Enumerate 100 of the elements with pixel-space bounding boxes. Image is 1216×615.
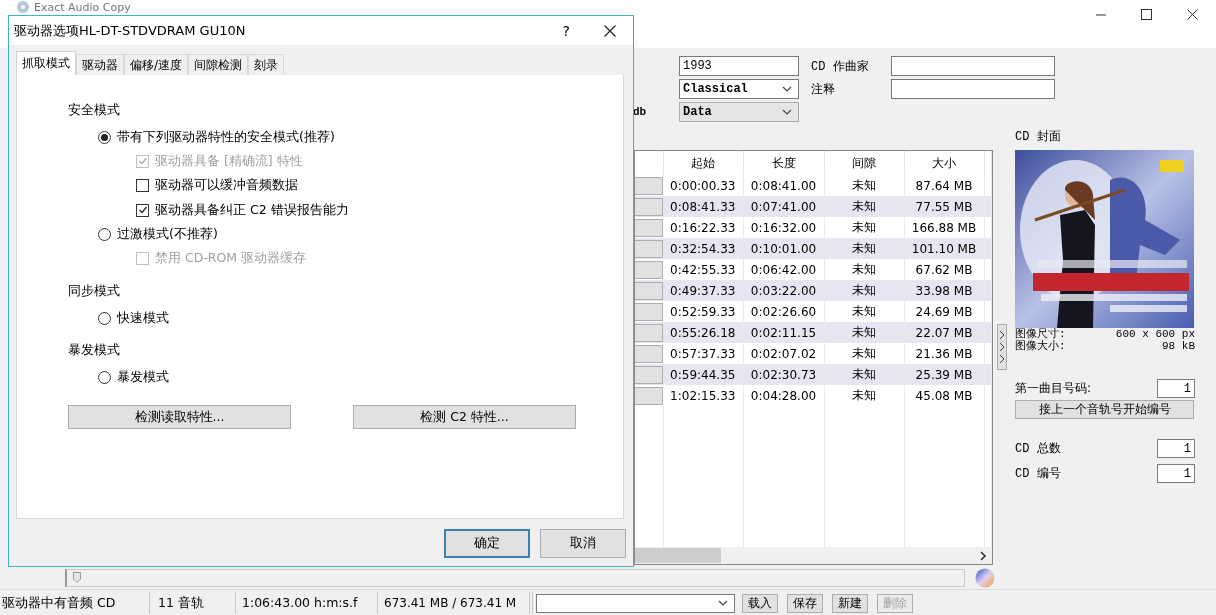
track-number-button[interactable] — [635, 386, 663, 405]
info-value: 600 x 600 px — [1115, 328, 1195, 340]
option-label[interactable]: 驱动器可以缓冲音频数据 — [155, 177, 298, 195]
status-text: 驱动器中有音频 CD — [0, 592, 150, 614]
table-cell: 0:02:30.73 — [743, 364, 824, 385]
section-label: 安全模式 — [68, 101, 121, 119]
option-label[interactable]: 快速模式 — [117, 309, 169, 327]
chevron-down-icon — [782, 108, 792, 116]
ok-button[interactable]: 确定 — [444, 529, 530, 558]
table-cell: 未知 — [824, 196, 904, 217]
status-text: 673.41 MB / 673.41 M — [378, 592, 530, 614]
column-header[interactable]: 长度 — [743, 151, 824, 175]
checkbox[interactable] — [136, 179, 149, 193]
option-label[interactable]: 驱动器具备纠正 C2 错误报告能力 — [155, 201, 349, 219]
profile-button[interactable]: 载入 — [742, 593, 778, 613]
column-header[interactable]: 起始 — [663, 151, 743, 175]
dialog-title: 驱动器选项HL-DT-STDVDRAM GU10N — [14, 21, 246, 40]
table-cell: 0:08:41.33 — [663, 196, 743, 217]
year-field[interactable]: 1993 — [679, 56, 799, 76]
chevron-down-icon — [782, 85, 792, 93]
table-cell: 1:02:15.33 — [663, 385, 743, 406]
table-cell: 77.55 MB — [904, 196, 984, 217]
field-label: CD 总数 — [1015, 440, 1061, 457]
test-button[interactable]: 检测 C2 特性... — [353, 405, 576, 429]
tab[interactable]: 驱动器 — [76, 54, 124, 75]
expand-button[interactable] — [997, 324, 1007, 370]
checkbox[interactable] — [136, 203, 149, 217]
tab[interactable]: 刻录 — [248, 54, 285, 75]
table-cell: 0:02:11.15 — [743, 322, 824, 343]
profile-dropdown[interactable] — [536, 593, 735, 613]
radio-button[interactable] — [98, 130, 111, 144]
horizontal-scrollbar[interactable] — [635, 547, 992, 564]
tab[interactable]: 偏移/速度 — [124, 54, 189, 75]
close-icon[interactable] — [604, 24, 616, 37]
table-cell: 0:55:26.18 — [663, 322, 743, 343]
track-number-button[interactable] — [635, 218, 663, 237]
tab[interactable]: 间隙检测 — [188, 54, 249, 75]
table-cell: 45.08 MB — [904, 385, 984, 406]
cancel-button[interactable]: 取消 — [540, 529, 626, 558]
profile-button[interactable]: 保存 — [787, 593, 823, 613]
field-label: 注释 — [811, 80, 836, 98]
track-number-button[interactable] — [635, 344, 663, 363]
column-header[interactable]: 大小 — [904, 151, 984, 175]
table-cell: 未知 — [824, 322, 904, 343]
number-field[interactable]: 1 — [1157, 378, 1195, 398]
table-cell: 0:32:54.33 — [663, 238, 743, 259]
radio-button[interactable] — [98, 228, 111, 241]
composer-field[interactable] — [891, 56, 1055, 76]
close-icon[interactable] — [1187, 9, 1198, 20]
window-title: Exact Audio Copy — [34, 0, 131, 14]
table-cell: 0:59:44.35 — [663, 364, 743, 385]
chevron-down-icon — [718, 599, 728, 607]
option-label[interactable]: 过激模式(不推荐) — [117, 226, 218, 243]
table-cell: 101.10 MB — [904, 238, 984, 259]
comment-field[interactable] — [891, 79, 1055, 99]
table-cell: 22.07 MB — [904, 322, 984, 343]
option-label[interactable]: 暴发模式 — [117, 368, 169, 386]
radio-button[interactable] — [98, 311, 111, 325]
section-label: 暴发模式 — [68, 341, 121, 359]
table-cell: 33.98 MB — [904, 280, 984, 301]
table-cell: 未知 — [824, 280, 904, 301]
column-header[interactable]: 间隙 — [824, 151, 904, 175]
status-text: 11 音轨 — [150, 592, 236, 614]
field-label: CD 作曲家 — [811, 58, 870, 75]
tab[interactable]: 抓取模式 — [16, 51, 76, 75]
position-slider[interactable] — [65, 569, 965, 587]
chevron-right-icon[interactable] — [980, 550, 987, 561]
field-label: 第一曲目号码: — [1015, 379, 1092, 397]
number-field[interactable]: 1 — [1157, 438, 1195, 458]
table-cell: 25.39 MB — [904, 364, 984, 385]
table-cell: 0:03:22.00 — [743, 280, 824, 301]
slider-thumb[interactable] — [73, 572, 81, 583]
profile-button[interactable]: 新建 — [832, 593, 868, 613]
database-dropdown[interactable]: Data — [679, 102, 799, 122]
info-label: 图像大小: — [1015, 340, 1066, 352]
genre-dropdown[interactable]: Classical — [679, 79, 799, 99]
table-cell: 未知 — [824, 364, 904, 385]
test-button[interactable]: 检测读取特性... — [68, 405, 291, 429]
table-cell: 0:07:41.00 — [743, 196, 824, 217]
maximize-icon[interactable] — [1141, 9, 1152, 20]
option-label[interactable]: 带有下列驱动器特性的安全模式(推荐) — [117, 128, 335, 146]
table-cell: 0:49:37.33 — [663, 280, 743, 301]
info-value: 98 kB — [1162, 340, 1195, 352]
table-cell: 0:04:28.00 — [743, 385, 824, 406]
track-number-button[interactable] — [635, 260, 663, 279]
table-cell: 未知 — [824, 238, 904, 259]
help-button[interactable]: ? — [562, 22, 570, 39]
info-label: 图像尺寸: — [1015, 328, 1066, 340]
section-label: CD 封面 — [1015, 129, 1062, 142]
table-cell: 0:10:01.00 — [743, 238, 824, 259]
track-number-button[interactable] — [635, 176, 663, 195]
track-number-button[interactable] — [635, 302, 663, 321]
field-label: db — [633, 106, 648, 118]
number-field[interactable]: 1 — [1157, 463, 1195, 483]
section-label: 同步模式 — [68, 282, 121, 300]
radio-button[interactable] — [98, 370, 111, 384]
table-cell: 未知 — [824, 385, 904, 406]
continue-numbering-button[interactable]: 接上一个音轨号开始编号 — [1015, 400, 1194, 419]
disc-logo-icon — [975, 568, 995, 588]
status-text: 1:06:43.00 h:m:s.f — [236, 592, 378, 614]
